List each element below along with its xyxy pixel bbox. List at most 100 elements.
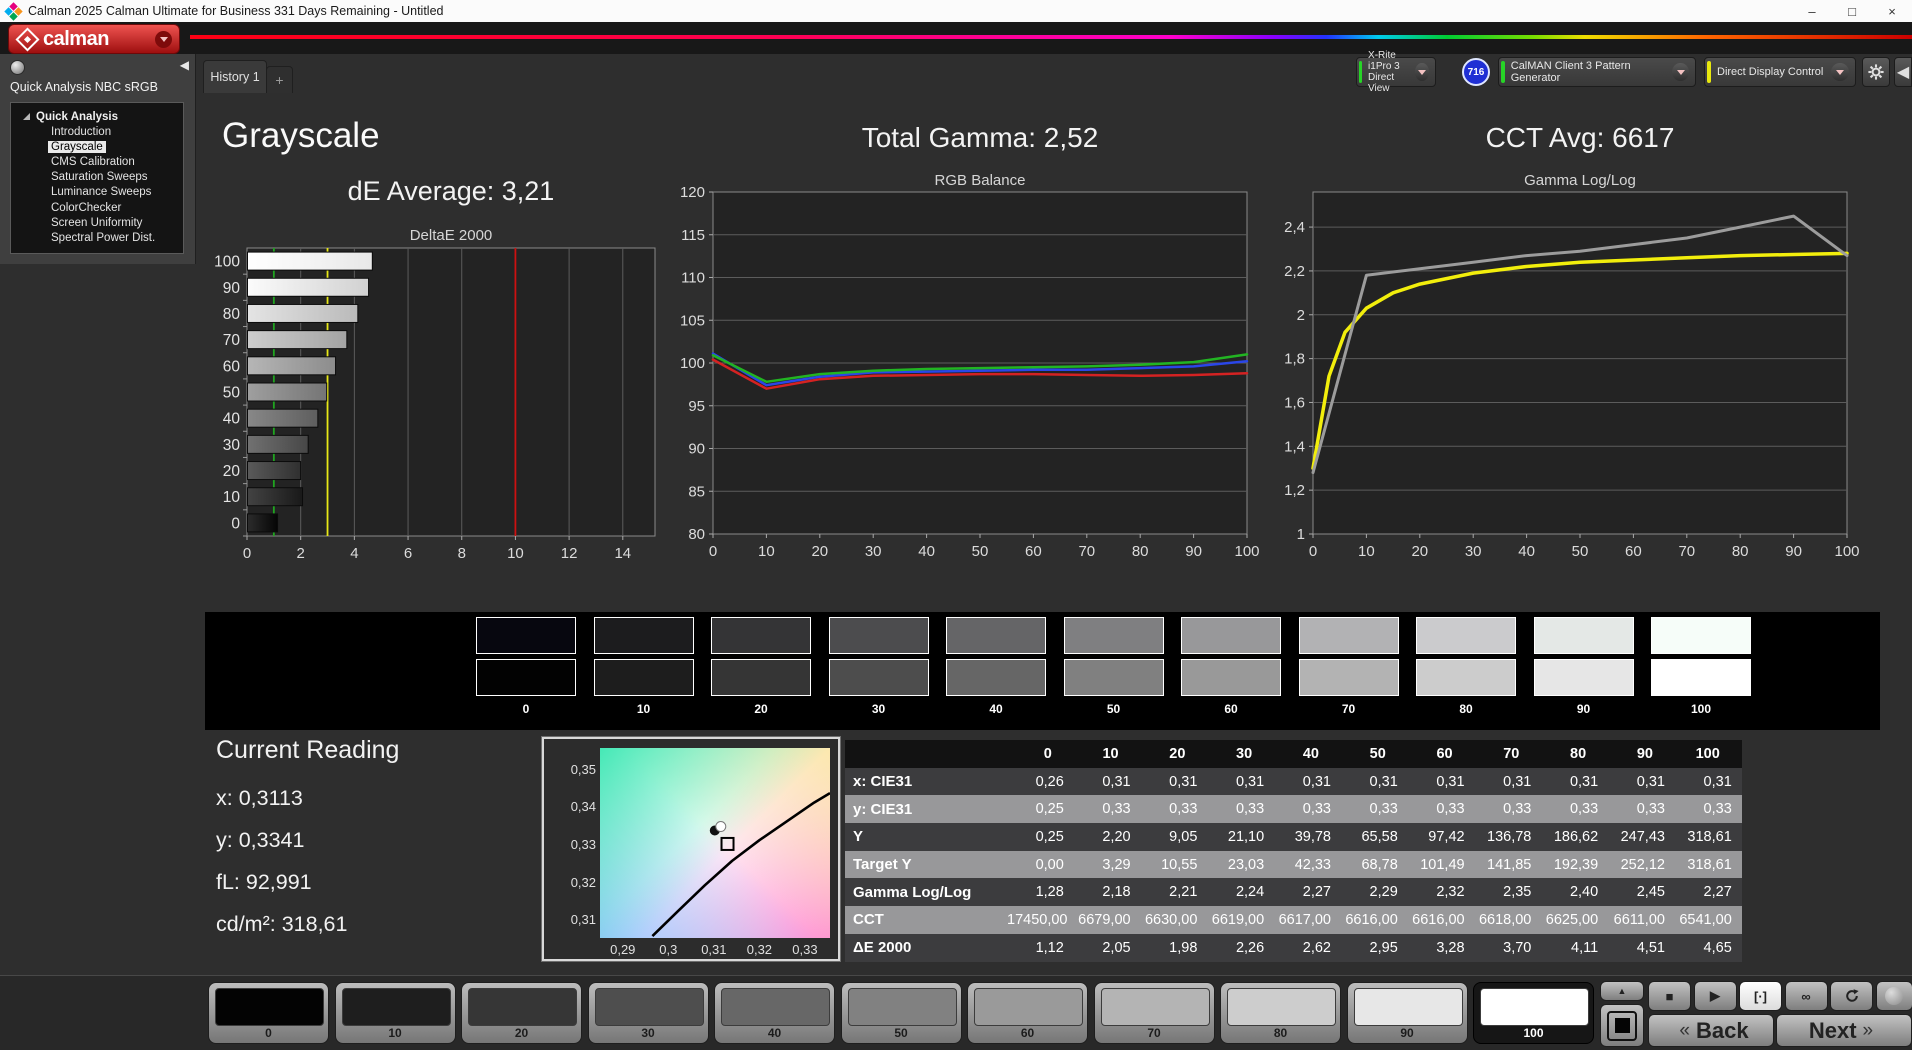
new-tab-button[interactable]: + [266,66,293,93]
table-cell: 2,45 [1636,884,1665,901]
pattern-button-90[interactable]: 90 [1346,982,1468,1044]
table-cell: 186,62 [1553,828,1599,845]
back-arrow-icon: « [1679,1019,1690,1041]
table-cell: 101,49 [1420,856,1465,873]
sidebar-item-saturation-sweeps[interactable]: Saturation Sweeps [11,170,183,185]
table-cell: 247,43 [1620,828,1665,845]
pattern-button-40[interactable]: 40 [714,982,835,1044]
pattern-button-70[interactable]: 70 [1093,982,1215,1044]
current-reading-cdm: cd/m²: 318,61 [216,912,348,936]
table-cell: 65,58 [1361,828,1398,845]
sidebar-orb-button[interactable] [10,60,25,75]
sidebar-item-introduction[interactable]: Introduction [11,124,183,139]
table-header-cell: 70 [1503,745,1520,762]
pattern-label: 30 [641,1026,655,1040]
sidebar-collapse-icon[interactable]: ◀ [180,58,189,72]
maximize-button[interactable]: □ [1832,0,1872,22]
sidebar-item-spectral-power-dist-[interactable]: Spectral Power Dist. [11,230,183,245]
svg-text:20: 20 [1411,543,1428,560]
cie-ytick: 0,35 [570,761,596,777]
transport-single-measure-button[interactable]: [·] [1739,981,1782,1011]
rainbow-gradient-bar [190,35,1912,39]
table-cell: 136,78 [1487,828,1532,845]
svg-text:1,2: 1,2 [1284,482,1305,499]
target-swatch-70 [1298,659,1399,696]
svg-text:10: 10 [507,545,524,562]
tray-toggle-button[interactable]: ▲ [1600,981,1644,1001]
svg-text:50: 50 [223,385,241,402]
settings-gear-button[interactable] [1862,57,1890,87]
sidebar-item-colorchecker[interactable]: ColorChecker [11,200,183,215]
svg-text:0: 0 [709,543,717,560]
next-button[interactable]: Next» [1776,1014,1912,1047]
pattern-swatch [341,988,451,1026]
close-button[interactable]: × [1872,0,1912,22]
minimize-button[interactable]: – [1792,0,1832,22]
gear-icon [1868,64,1884,80]
cct-avg-label: CCT Avg: 6617 [1485,122,1675,153]
pattern-button-10[interactable]: 10 [334,982,456,1044]
sidebar-item-screen-uniformity[interactable]: Screen Uniformity [11,215,183,230]
actual-swatch-90 [1533,617,1634,654]
swatch-column-label: 50 [1106,702,1121,716]
meter-badge[interactable]: 716 [1462,58,1490,86]
cie-ytick: 0,32 [570,874,596,890]
target-swatch-0 [476,659,576,696]
table-header-cell: 0 [1043,745,1052,762]
panel-collapse-button[interactable]: ◀ [1894,57,1912,87]
meter-caret-icon[interactable] [1415,63,1429,81]
pattern-swatch [721,988,830,1026]
pattern-button-0[interactable]: 0 [208,982,329,1044]
table-cell: 4,11 [1571,939,1599,956]
table-cell: 0,25 [1035,828,1064,845]
pattern-generator-dropdown[interactable]: CalMAN Client 3 Pattern Generator [1498,57,1696,87]
pattern-generator-caret-icon[interactable] [1672,63,1689,81]
svg-text:70: 70 [1078,543,1095,560]
target-swatch-30 [828,659,929,696]
sidebar-item-grayscale[interactable]: Grayscale [11,139,183,154]
pattern-button-100[interactable]: 100 [1473,982,1594,1044]
transport-continuous-button[interactable]: ∞ [1784,981,1828,1011]
pattern-label: 40 [767,1026,782,1040]
transport-play-button[interactable]: ▶ [1693,981,1737,1011]
table-row: y: CIE31 0,25 0,33 0,33 0,33 0,33 0,33 0,33 0,33… [845,795,1742,824]
target-swatch-20 [711,659,811,696]
table-cell: 1,98 [1169,939,1198,956]
display-control-dropdown[interactable]: Direct Display Control [1704,57,1856,87]
table-cell: 0,33 [1569,801,1599,818]
display-control-caret-icon[interactable] [1831,63,1849,81]
pattern-button-80[interactable]: 80 [1220,982,1341,1044]
meter-dropdown[interactable]: X-Rite i1Pro 3 Direct View [1356,50,1436,94]
tree-expander-icon[interactable] [23,113,30,120]
svg-text:0: 0 [243,545,251,562]
transport-loop-button[interactable] [1830,981,1873,1011]
target-swatch-80 [1416,659,1516,696]
pattern-button-60[interactable]: 60 [967,982,1088,1044]
back-button[interactable]: «Back [1648,1014,1774,1047]
table-cell: 2,35 [1503,884,1532,901]
transport-stop-button[interactable]: ■ [1648,981,1691,1011]
pattern-swatch [594,988,704,1026]
table-row: ΔE 2000 1,12 2,05 1,98 2,26 2,62 2,95 3,28 3,70 4… [845,933,1742,962]
sidebar-item-cms-calibration[interactable]: CMS Calibration [11,154,183,169]
actual-swatch-100 [1651,617,1751,654]
pattern-label: 60 [1020,1026,1035,1040]
tab-history-1[interactable]: History 1 [203,60,267,93]
logo-dropdown-caret-icon[interactable] [155,30,172,48]
cie-ytick: 0,34 [570,799,596,815]
transport-extra-button[interactable] [1875,981,1912,1011]
calman-logo-button[interactable]: calman [8,24,180,54]
table-cell: 2,05 [1102,939,1131,956]
tree-root-quick-analysis[interactable]: Quick Analysis [11,109,183,124]
meter-status-bar [1359,61,1363,83]
svg-text:40: 40 [918,543,935,560]
pattern-button-30[interactable]: 30 [587,982,709,1044]
table-cell: 2,32 [1436,884,1465,901]
table-cell: 23,03 [1227,856,1265,873]
swatch-column-label: 30 [871,702,886,716]
pattern-button-20[interactable]: 20 [461,982,582,1044]
pattern-button-50[interactable]: 50 [840,982,962,1044]
stop-large-button[interactable] [1600,1004,1644,1047]
table-cell: 0,00 [1035,856,1064,873]
sidebar-item-luminance-sweeps[interactable]: Luminance Sweeps [11,185,183,200]
